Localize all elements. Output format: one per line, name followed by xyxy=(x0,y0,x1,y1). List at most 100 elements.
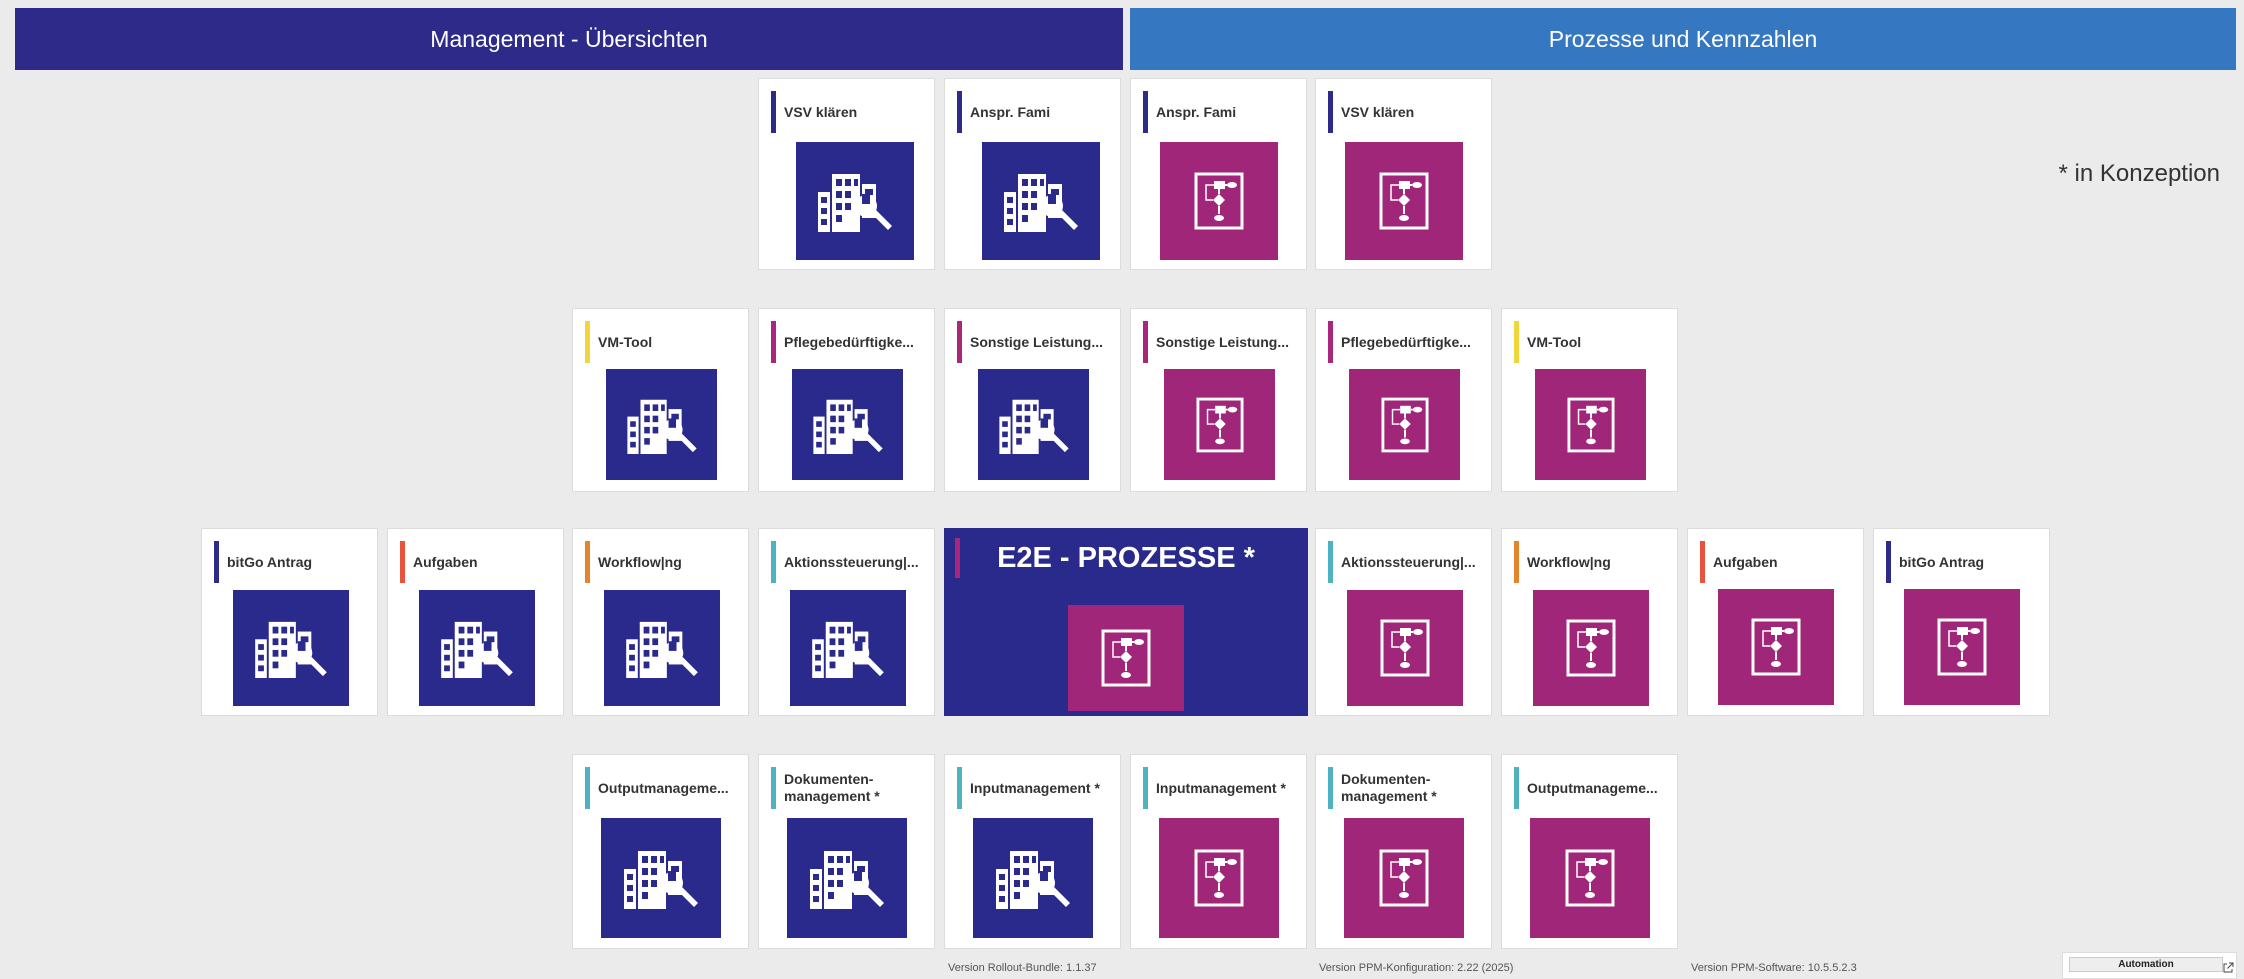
external-link-icon[interactable] xyxy=(2222,962,2234,974)
tile-accent xyxy=(1328,91,1333,133)
tile-accent xyxy=(1143,91,1148,133)
tile-accent xyxy=(585,541,590,583)
building-wrench-icon xyxy=(792,369,903,480)
tile-aktionssteuerung-management[interactable]: Aktionssteuerung|... xyxy=(758,528,935,716)
tile-label: Aufgaben xyxy=(1713,553,1778,570)
tile-anspr-fami-management[interactable]: Anspr. Fami xyxy=(944,78,1121,270)
process-flowchart-icon xyxy=(1347,590,1463,706)
building-wrench-icon xyxy=(601,818,721,938)
automation-button[interactable]: Automation xyxy=(2069,957,2223,972)
tile-dokumentenmanagement-management[interactable]: Dokumenten-management * xyxy=(758,754,935,949)
process-flowchart-icon xyxy=(1530,818,1650,938)
process-flowchart-icon xyxy=(1533,590,1649,706)
tile-inputmanagement-process[interactable]: Inputmanagement * xyxy=(1130,754,1307,949)
tile-label: Workflow|ng xyxy=(598,553,682,570)
process-flowchart-icon xyxy=(1904,589,2020,705)
tile-accent xyxy=(585,321,590,363)
tile-workflowing-management[interactable]: Workflow|ng xyxy=(572,528,749,716)
tile-accent xyxy=(1514,321,1519,363)
tile-label: bitGo Antrag xyxy=(227,553,313,570)
tile-vm-tool-process[interactable]: VM-Tool xyxy=(1501,308,1678,492)
processes-kpi-header[interactable]: Prozesse und Kennzahlen xyxy=(1130,8,2236,70)
tile-label: bitGo Antrag xyxy=(1899,553,1985,570)
tile-bitgo-antrag-process[interactable]: bitGo Antrag xyxy=(1873,528,2050,716)
tile-vsv-klaeren-management[interactable]: VSV klären xyxy=(758,78,935,270)
tile-workflowing-process[interactable]: Workflow|ng xyxy=(1501,528,1678,716)
tile-accent xyxy=(1514,767,1519,809)
tile-sonstige-leistung-process[interactable]: Sonstige Leistung... xyxy=(1130,308,1307,492)
tile-label: Inputmanagement * xyxy=(1156,779,1286,796)
tile-label: Aktionssteuerung|... xyxy=(784,553,919,570)
process-flowchart-icon xyxy=(1160,142,1278,260)
tile-label: Anspr. Fami xyxy=(970,103,1051,120)
process-flowchart-icon xyxy=(1159,818,1279,938)
version-ppm-configuration: Version PPM-Konfiguration: 2.22 (2025) xyxy=(1319,962,1514,974)
tile-label: Inputmanagement * xyxy=(970,779,1100,796)
tile-anspr-fami-process[interactable]: Anspr. Fami xyxy=(1130,78,1307,270)
tile-accent xyxy=(771,91,776,133)
process-flowchart-icon xyxy=(1164,369,1275,480)
tile-label: Outputmanageme... xyxy=(598,779,729,796)
process-flowchart-icon xyxy=(1718,589,1834,705)
tile-label: VSV klären xyxy=(784,103,858,120)
tile-label: Sonstige Leistung... xyxy=(970,333,1104,350)
process-flowchart-icon xyxy=(1535,369,1646,480)
tile-label: Workflow|ng xyxy=(1527,553,1611,570)
management-overview-header[interactable]: Management - Übersichten xyxy=(15,8,1123,70)
tile-pflegebeduerftigkeit-process[interactable]: Pflegebedürftigke... xyxy=(1315,308,1492,492)
tile-vm-tool-management[interactable]: VM-Tool xyxy=(572,308,749,492)
building-wrench-icon xyxy=(796,142,914,260)
tile-label: Aufgaben xyxy=(413,553,478,570)
tile-bitgo-antrag-management[interactable]: bitGo Antrag xyxy=(201,528,378,716)
tile-aufgaben-management[interactable]: Aufgaben xyxy=(387,528,564,716)
tile-inputmanagement-management[interactable]: Inputmanagement * xyxy=(944,754,1121,949)
tile-accent xyxy=(771,541,776,583)
process-flowchart-icon xyxy=(1349,369,1460,480)
tile-label: Dokumenten-management * xyxy=(1341,771,1437,804)
tile-aktionssteuerung-process[interactable]: Aktionssteuerung|... xyxy=(1315,528,1492,716)
building-wrench-icon xyxy=(606,369,717,480)
tile-accent xyxy=(1700,541,1705,583)
tile-label: Dokumenten-management * xyxy=(784,771,880,804)
building-wrench-icon xyxy=(604,590,720,706)
building-wrench-icon xyxy=(790,590,906,706)
building-wrench-icon xyxy=(982,142,1100,260)
tile-aufgaben-process[interactable]: Aufgaben xyxy=(1687,528,1864,716)
tile-label: Aktionssteuerung|... xyxy=(1341,553,1476,570)
tile-accent xyxy=(1143,321,1148,363)
automation-panel: Automation xyxy=(2062,952,2237,979)
tile-label: Sonstige Leistung... xyxy=(1156,333,1290,350)
building-wrench-icon xyxy=(233,590,349,706)
tile-accent xyxy=(400,541,405,583)
tile-accent xyxy=(214,541,219,583)
tile-label: Pflegebedürftigke... xyxy=(1341,333,1471,350)
in-concept-note: * in Konzeption xyxy=(2058,160,2220,187)
tile-label: Anspr. Fami xyxy=(1156,103,1237,120)
tile-pflegebeduerftigkeit-management[interactable]: Pflegebedürftigke... xyxy=(758,308,935,492)
tile-accent xyxy=(957,767,962,809)
management-overview-title: Management - Übersichten xyxy=(430,25,708,52)
e2e-processes-title: E2E - PROZESSE * xyxy=(997,542,1255,574)
tile-accent xyxy=(1328,541,1333,583)
tile-vsv-klaeren-process[interactable]: VSV klären xyxy=(1315,78,1492,270)
tile-label: VM-Tool xyxy=(598,333,653,350)
tile-accent xyxy=(1886,541,1891,583)
building-wrench-icon xyxy=(419,590,535,706)
tile-outputmanagement-process[interactable]: Outputmanageme... xyxy=(1501,754,1678,949)
process-flowchart-icon xyxy=(1345,142,1463,260)
tile-label: Outputmanageme... xyxy=(1527,779,1658,796)
tile-label: VSV klären xyxy=(1341,103,1415,120)
tile-accent xyxy=(585,767,590,809)
tile-accent xyxy=(1328,767,1333,809)
tile-outputmanagement-management[interactable]: Outputmanageme... xyxy=(572,754,749,949)
building-wrench-icon xyxy=(973,818,1093,938)
tile-accent xyxy=(1143,767,1148,809)
tile-accent xyxy=(1328,321,1333,363)
tile-dokumentenmanagement-process[interactable]: Dokumenten-management * xyxy=(1315,754,1492,949)
process-flowchart-icon xyxy=(1344,818,1464,938)
e2e-processes-tile[interactable]: E2E - PROZESSE * xyxy=(944,528,1308,716)
tile-sonstige-leistung-management[interactable]: Sonstige Leistung... xyxy=(944,308,1121,492)
tile-accent xyxy=(1514,541,1519,583)
version-ppm-software: Version PPM-Software: 10.5.5.2.3 xyxy=(1691,962,1857,974)
tile-accent xyxy=(957,321,962,363)
